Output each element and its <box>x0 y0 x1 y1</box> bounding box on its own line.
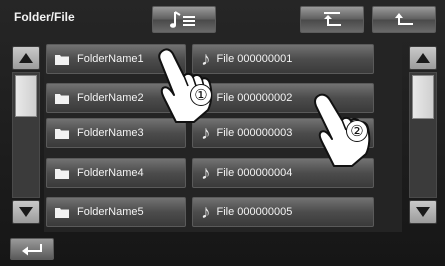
file-label: File 000000001 <box>216 53 293 65</box>
file-label: File 000000005 <box>216 206 293 218</box>
folder-scroll-up-button[interactable] <box>12 46 40 70</box>
back-button[interactable] <box>10 238 54 260</box>
file-row-5[interactable]: ♪ File 000000005 <box>192 197 374 227</box>
folder-label: FolderName5 <box>77 206 144 218</box>
folder-scroll-track[interactable] <box>12 72 40 198</box>
folder-label: FolderName3 <box>77 127 144 139</box>
page-title: Folder/File <box>14 10 75 24</box>
triangle-down-icon <box>19 207 33 217</box>
folder-scroll-thumb[interactable] <box>15 75 37 117</box>
music-note-icon: ♪ <box>201 162 211 184</box>
playlist-button[interactable] <box>152 6 216 33</box>
folder-file-screen: Folder/File FolderName1 FolderName2 Fold… <box>0 0 445 266</box>
triangle-down-icon <box>416 207 430 217</box>
music-note-icon: ♪ <box>201 122 211 144</box>
pointing-hand-icon <box>313 93 371 167</box>
return-to-top-icon <box>324 11 341 26</box>
music-note-icon: ♪ <box>201 201 211 223</box>
music-list-icon <box>170 10 195 28</box>
file-label: File 000000002 <box>216 92 293 104</box>
folder-icon <box>55 207 69 218</box>
parent-folder-button[interactable] <box>372 6 436 33</box>
folder-icon <box>55 54 69 65</box>
pointing-hand-icon <box>158 48 213 123</box>
file-label: File 000000004 <box>216 167 293 179</box>
file-scroll-track[interactable] <box>409 72 437 198</box>
folder-label: FolderName4 <box>77 167 144 179</box>
file-scroll-up-button[interactable] <box>409 46 437 70</box>
folder-label: FolderName1 <box>77 53 144 65</box>
file-scroll-thumb[interactable] <box>412 75 434 119</box>
folder-scroll-down-button[interactable] <box>12 200 40 224</box>
callout-2: ② <box>346 120 368 142</box>
folder-icon <box>55 168 69 179</box>
folder-row-4[interactable]: FolderName4 <box>46 158 186 188</box>
file-scroll-down-button[interactable] <box>409 200 437 224</box>
return-up-icon <box>395 12 413 25</box>
file-label: File 000000003 <box>216 127 293 139</box>
folder-icon <box>55 93 69 104</box>
folder-icon <box>55 128 69 139</box>
back-arrow-icon <box>22 244 42 256</box>
folder-row-5[interactable]: FolderName5 <box>46 197 186 227</box>
triangle-up-icon <box>19 53 33 63</box>
triangle-up-icon <box>416 53 430 63</box>
root-folder-button[interactable] <box>300 6 364 33</box>
callout-1: ① <box>190 84 212 106</box>
folder-label: FolderName2 <box>77 92 144 104</box>
